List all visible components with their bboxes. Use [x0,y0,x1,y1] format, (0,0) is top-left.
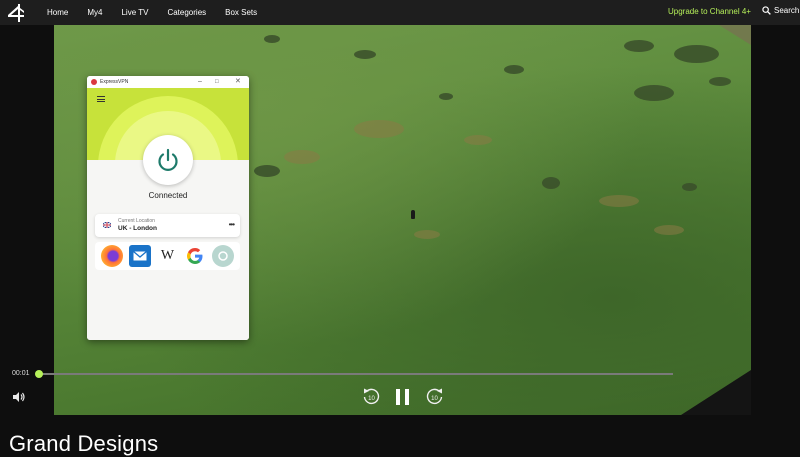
video-corner-shadow [681,370,751,415]
scene-bush [674,45,719,63]
nav-box-sets[interactable]: Box Sets [225,8,257,17]
skip-forward-label: 10 [431,396,438,402]
close-button[interactable]: ✕ [235,77,241,87]
scene-patch [599,195,639,207]
search-button[interactable]: Search [762,6,799,15]
expressvpn-shortcut-icon[interactable] [212,245,235,267]
scene-patch [464,135,492,145]
video-corner-shadow [719,25,751,45]
scene-patch [354,120,404,138]
vpn-titlebar[interactable]: ExpressVPN – □ ✕ [87,76,249,88]
minimize-button[interactable]: – [198,77,202,87]
skip-back-label: 10 [368,396,375,402]
nav-categories[interactable]: Categories [167,8,206,17]
wikipedia-icon[interactable]: W [156,245,178,267]
hamburger-menu-icon[interactable] [97,96,105,102]
search-label: Search [774,6,800,15]
connection-status: Connected [148,191,188,200]
show-title: Grand Designs [9,431,159,456]
scene-bush [634,85,674,101]
location-value: UK - London [118,225,157,232]
scene-bush [624,40,654,52]
current-time: 00:01 [12,370,30,377]
skip-forward-10-button[interactable]: 10 [425,387,445,407]
power-button[interactable] [143,135,193,185]
scene-patch [654,225,684,235]
vpn-body: Connected Current Location UK - London •… [87,135,249,340]
channel-4-logo[interactable] [7,3,25,22]
scene-bush [354,50,376,59]
pause-button[interactable] [394,387,412,407]
search-icon [762,6,771,15]
location-selector[interactable]: Current Location UK - London ••• [95,214,240,237]
maximize-button[interactable]: □ [215,77,219,87]
progress-thumb[interactable] [35,370,43,378]
nav-home[interactable]: Home [47,8,68,17]
top-nav-bar: Home My4 Live TV Categories Box Sets Upg… [0,0,800,25]
scene-patch [414,230,440,239]
scene-bush [542,177,560,189]
vpn-window: ExpressVPN – □ ✕ Connected Current Locat… [87,76,249,340]
scene-bush [264,35,280,43]
scene-bush [682,183,697,191]
vpn-app-title: ExpressVPN [100,79,129,85]
progress-bar[interactable] [38,373,673,375]
google-icon[interactable] [184,245,206,267]
scene-bush [504,65,524,74]
nav-my4[interactable]: My4 [87,8,102,17]
volume-icon[interactable] [12,391,25,403]
scene-patch [284,150,320,164]
shortcut-bar: W [95,242,240,270]
scene-person [411,210,415,219]
expressvpn-logo-icon [91,79,97,85]
power-icon [158,148,178,171]
scene-bush [254,165,280,177]
nav-live-tv[interactable]: Live TV [121,8,148,17]
mail-icon[interactable] [128,245,151,267]
location-label: Current Location [118,218,155,224]
more-options-icon[interactable]: ••• [229,220,235,229]
upgrade-link[interactable]: Upgrade to Channel 4+ [668,7,751,16]
main-nav: Home My4 Live TV Categories Box Sets [47,0,276,25]
firefox-icon[interactable] [100,245,123,267]
uk-flag-icon [103,222,111,228]
scene-bush [439,93,453,100]
skip-back-10-button[interactable]: 10 [361,387,381,407]
scene-bush [709,77,731,86]
